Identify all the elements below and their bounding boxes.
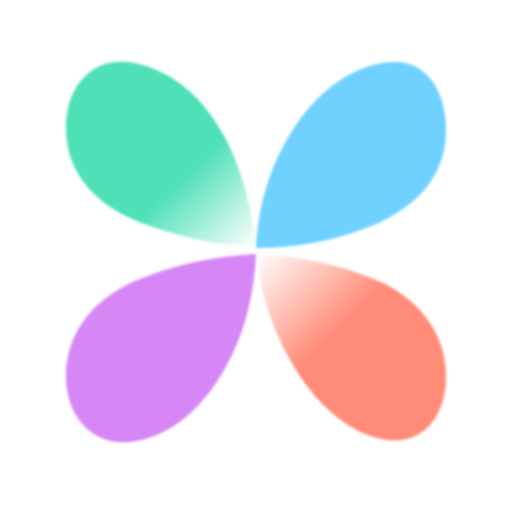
petal-top-right bbox=[256, 61, 446, 248]
logo-canvas bbox=[0, 0, 512, 512]
petal-bottom-left bbox=[66, 254, 256, 443]
petal-bottom-right bbox=[256, 254, 446, 441]
petal-top-left bbox=[66, 61, 256, 247]
four-petal-logo-icon bbox=[66, 61, 446, 443]
